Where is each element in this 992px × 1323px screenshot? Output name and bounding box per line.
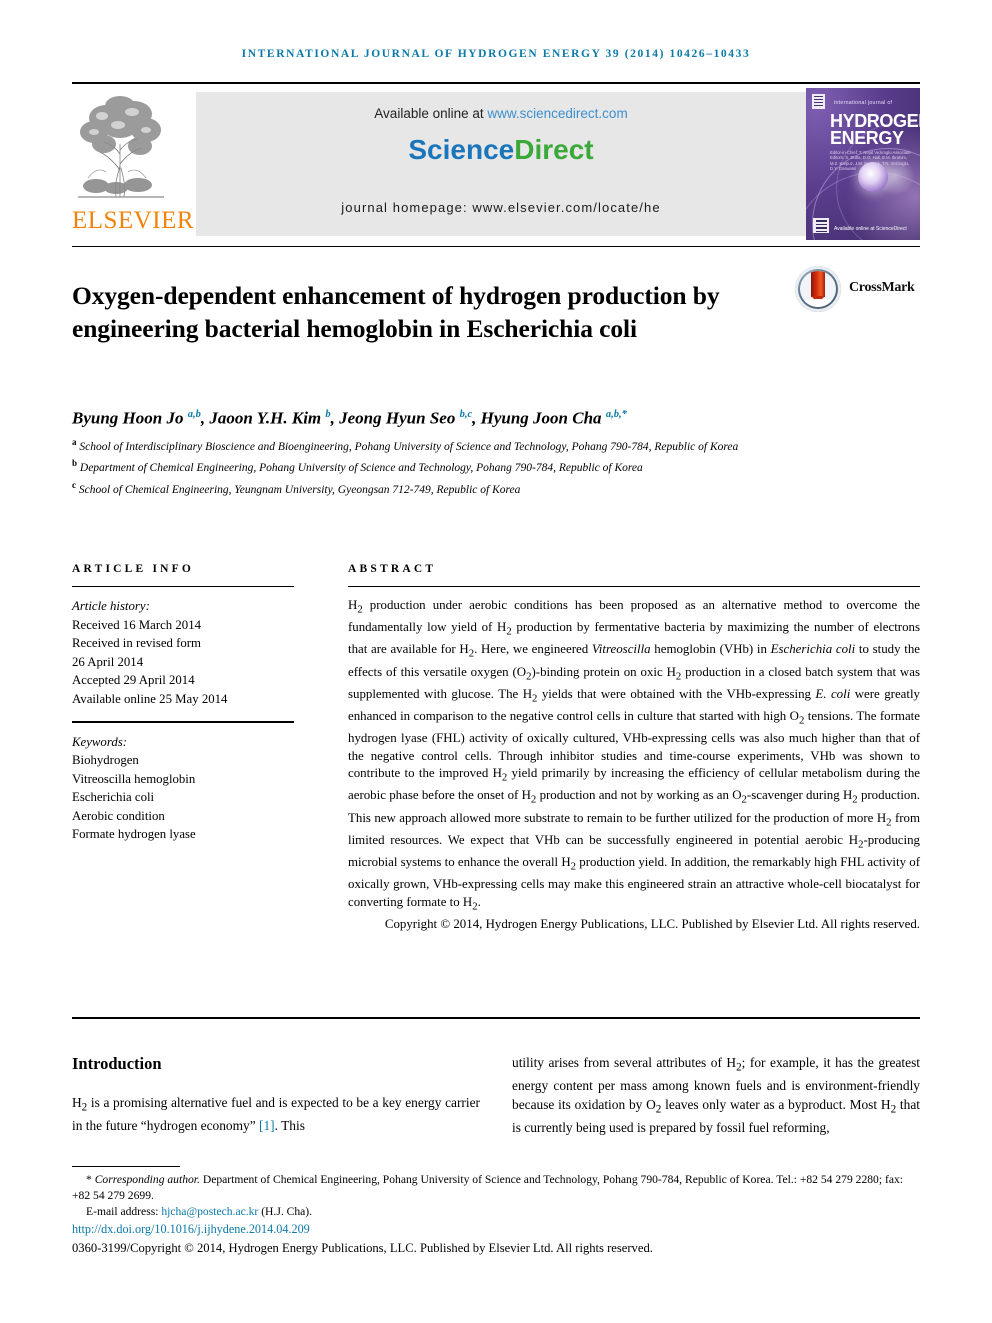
elsevier-tree-icon bbox=[78, 96, 164, 198]
list-item: Received in revised form bbox=[72, 636, 201, 650]
crossmark-disc-icon bbox=[795, 266, 841, 312]
sciencedirect-wordmark: ScienceDirect bbox=[196, 134, 806, 166]
affiliation-item: b Department of Chemical Engineering, Po… bbox=[72, 458, 643, 475]
list-item: Biohydrogen bbox=[72, 753, 139, 768]
elsevier-wordmark: ELSEVIER bbox=[72, 207, 195, 234]
journal-article-page: International Journal of Hydrogen Energy… bbox=[0, 0, 992, 1323]
keyword-items: Biohydrogen Vitreoscilla hemoglobin Escher… bbox=[72, 751, 294, 844]
list-item: Formate hydrogen lyase bbox=[72, 827, 196, 842]
article-history-items: Received 16 March 2014 Received in revise… bbox=[72, 616, 294, 709]
available-online-line: Available online at www.sciencedirect.co… bbox=[196, 106, 806, 121]
list-item: 26 April 2014 bbox=[72, 654, 144, 669]
cover-sciencedirect-label: Available online at ScienceDirect bbox=[834, 225, 907, 232]
affiliation-marker: c bbox=[72, 479, 76, 490]
elsevier-logo: ELSEVIER bbox=[72, 88, 195, 240]
crossmark-inner bbox=[800, 271, 836, 307]
introduction-heading: Introduction bbox=[72, 1054, 162, 1073]
affiliation-marker: a bbox=[72, 437, 77, 447]
issn-copyright: 0360-3199/Copyright © 2014, Hydrogen Ene… bbox=[72, 1241, 653, 1255]
page-title: Oxygen-dependent enhancement of hydrogen… bbox=[72, 281, 720, 344]
article-info-heading: ARTICLE INFO bbox=[72, 563, 195, 575]
article-info-column: ARTICLE INFO Article history: Received 1… bbox=[72, 563, 294, 844]
list-item: Vitreoscilla hemoglobin bbox=[72, 771, 196, 786]
body-column-left: Introduction H2 is a promising alternati… bbox=[72, 1054, 480, 1136]
email-owner: (H.J. Cha). bbox=[258, 1205, 313, 1219]
body-top-rule bbox=[72, 1017, 920, 1019]
running-head: International Journal of Hydrogen Energy… bbox=[241, 48, 751, 60]
sciencedirect-url-link[interactable]: www.sciencedirect.com bbox=[487, 106, 627, 121]
keywords-rule bbox=[72, 721, 294, 723]
abstract-copyright: Copyright © 2014, Hydrogen Energy Public… bbox=[384, 916, 920, 931]
list-item: Escherichia coli bbox=[72, 790, 155, 805]
footnote-rule bbox=[72, 1166, 180, 1167]
body-column-right: utility arises from several attributes o… bbox=[512, 1054, 920, 1138]
email-line: E-mail address: hjcha@postech.ac.kr (H.J… bbox=[72, 1204, 920, 1220]
affiliation-item: c School of Chemical Engineering, Yeungn… bbox=[72, 479, 521, 496]
list-item: Aerobic condition bbox=[72, 808, 165, 823]
cover-elsevier-mark bbox=[812, 94, 825, 109]
keywords-label: Keywords: bbox=[72, 734, 127, 749]
introduction-paragraph-left: H2 is a promising alternative fuel and i… bbox=[72, 1095, 480, 1134]
cover-eyebrow: international journal of bbox=[834, 100, 893, 106]
header-rule bbox=[72, 82, 920, 84]
cover-editors: Editor-in-Chief: T. Nejat Veziroglu Asso… bbox=[830, 150, 911, 172]
introduction-paragraph-right: utility arises from several attributes o… bbox=[512, 1055, 920, 1136]
corresponding-author-note: * Corresponding author. Department of Ch… bbox=[72, 1173, 903, 1203]
affiliation-marker: b bbox=[72, 458, 78, 469]
doi-link[interactable]: http://dx.doi.org/10.1016/j.ijhydene.201… bbox=[72, 1221, 310, 1237]
crossmark-label: CrossMark bbox=[849, 280, 915, 295]
cover-publisher-badge bbox=[813, 218, 829, 233]
abstract-column: ABSTRACT H2 production under aerobic con… bbox=[348, 563, 920, 933]
abstract-heading: ABSTRACT bbox=[348, 563, 437, 575]
affiliation-list: a School of Interdisciplinary Bioscience… bbox=[72, 434, 772, 498]
affiliation-item: a School of Interdisciplinary Bioscience… bbox=[72, 437, 739, 453]
abstract-text: H2 production under aerobic conditions h… bbox=[348, 598, 921, 913]
masthead: ELSEVIER Available online at www.science… bbox=[72, 88, 920, 240]
footnote-block: * Corresponding author. Department of Ch… bbox=[72, 1172, 920, 1221]
sciencedirect-word-direct: Direct bbox=[514, 134, 594, 165]
list-item: Available online 25 May 2014 bbox=[72, 691, 228, 706]
cover-title-line2: ENERGY bbox=[830, 128, 904, 148]
journal-homepage-line[interactable]: journal homepage: www.elsevier.com/locat… bbox=[196, 200, 806, 215]
available-online-text: Available online at bbox=[374, 106, 488, 121]
sciencedirect-word-science: Science bbox=[408, 134, 515, 165]
cover-title: HYDROGEN ENERGY bbox=[830, 112, 920, 148]
article-info-rule bbox=[72, 586, 294, 587]
journal-cover-thumbnail: international journal of HYDROGEN ENERGY… bbox=[806, 88, 920, 240]
sciencedirect-panel: Available online at www.sciencedirect.co… bbox=[196, 92, 806, 236]
abstract-rule bbox=[348, 586, 920, 587]
keywords-block: Keywords: Biohydrogen Vitreoscilla hemogl… bbox=[72, 733, 294, 844]
crossmark-ribbon-icon bbox=[811, 271, 825, 303]
email-link[interactable]: hjcha@postech.ac.kr bbox=[161, 1205, 258, 1218]
author-list: Byung Hoon Jo a,b, Jaoon Y.H. Kim b, Jeo… bbox=[72, 408, 627, 428]
crossmark-hill bbox=[800, 299, 836, 307]
article-history-label: Article history: bbox=[72, 599, 150, 613]
masthead-bottom-rule bbox=[72, 246, 920, 247]
email-label: E-mail address: bbox=[86, 1205, 162, 1219]
list-item: Accepted 29 April 2014 bbox=[72, 673, 195, 687]
article-history-block: Article history: Received 16 March 2014 R… bbox=[72, 597, 294, 708]
crossmark-badge[interactable]: CrossMark bbox=[795, 266, 915, 316]
list-item: Received 16 March 2014 bbox=[72, 617, 201, 632]
